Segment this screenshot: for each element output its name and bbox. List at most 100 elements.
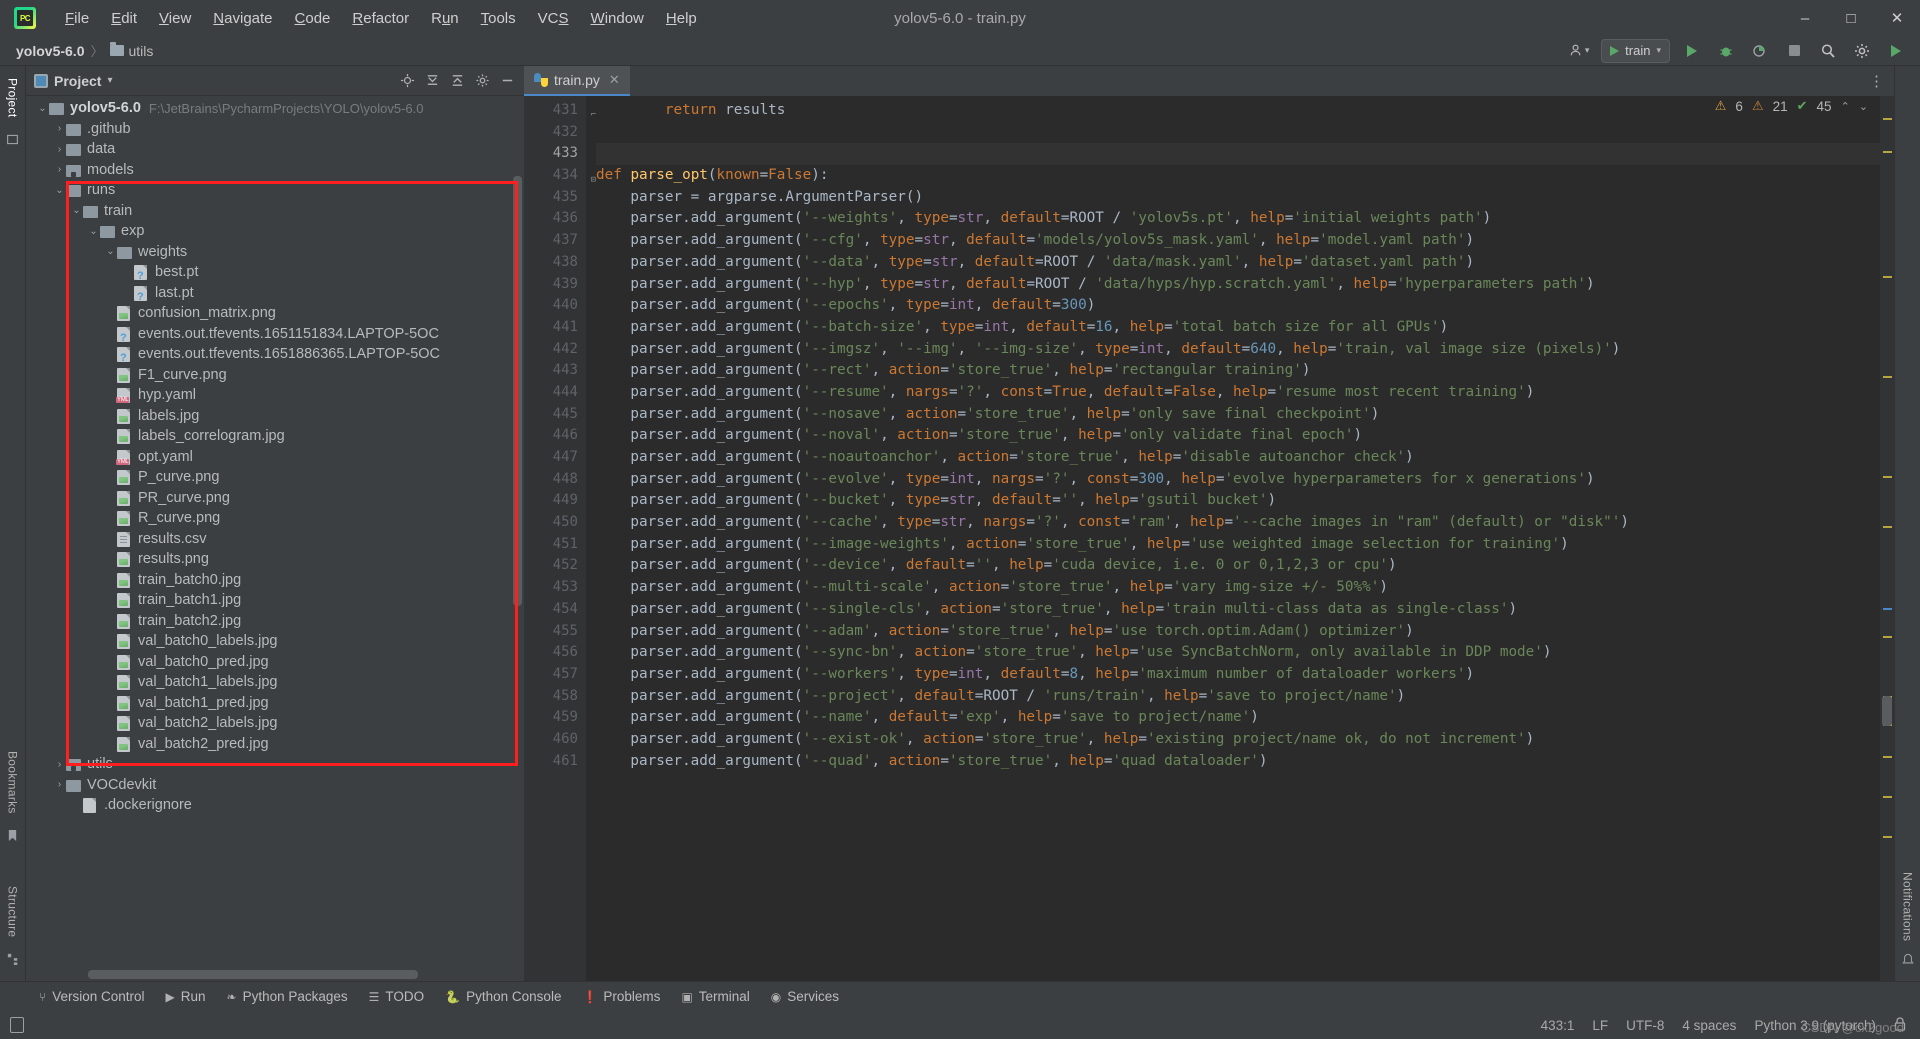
code-line[interactable]: parser.add_argument('--imgsz', '--img', … — [596, 339, 1880, 361]
tool-window-version-control[interactable]: ⑂ Version Control — [30, 986, 154, 1007]
settings-gear-icon[interactable] — [1850, 39, 1874, 63]
source-code[interactable]: return results def parse_opt(known=False… — [586, 96, 1880, 981]
code-line[interactable]: parser.add_argument('--cache', type=str,… — [596, 512, 1880, 534]
ide-update-icon[interactable] — [1884, 39, 1908, 63]
line-number[interactable]: 453 — [524, 577, 586, 599]
code-line[interactable]: parser.add_argument('--nosave', action='… — [596, 404, 1880, 426]
code-line[interactable]: parser.add_argument('--quad', action='st… — [596, 751, 1880, 773]
line-number[interactable]: 444 — [524, 382, 586, 404]
tree-item-results-csv[interactable]: results.csv — [26, 529, 524, 550]
menu-item-window[interactable]: Window — [580, 6, 655, 31]
menu-item-code[interactable]: Code — [284, 6, 342, 31]
chevron-down-icon[interactable]: ▾ — [107, 75, 112, 86]
code-line[interactable]: parser.add_argument('--device', default=… — [596, 555, 1880, 577]
code-line[interactable]: parser.add_argument('--hyp', type=str, d… — [596, 274, 1880, 296]
tool-window-services[interactable]: ◉ Services — [762, 986, 848, 1007]
locate-icon[interactable] — [396, 70, 418, 92]
menu-item-help[interactable]: Help — [655, 6, 708, 31]
marker[interactable] — [1883, 796, 1892, 798]
code-line[interactable]: parser.add_argument('--name', default='e… — [596, 707, 1880, 729]
tool-window-run[interactable]: ▶ Run — [157, 986, 215, 1007]
line-number[interactable]: 450 — [524, 512, 586, 534]
settings-icon[interactable] — [471, 70, 493, 92]
code-line[interactable]: parser.add_argument('--noval', action='s… — [596, 425, 1880, 447]
tree-item-confusion-matrix-png[interactable]: confusion_matrix.png — [26, 303, 524, 324]
close-button[interactable]: ✕ — [1874, 0, 1920, 36]
tree-item-train-batch2-jpg[interactable]: train_batch2.jpg — [26, 611, 524, 632]
editor-vertical-scrollbar[interactable] — [1882, 696, 1892, 726]
chevron-down-icon[interactable]: ⌄ — [70, 205, 83, 216]
line-number[interactable]: 433 — [524, 143, 586, 165]
tree-item-results-png[interactable]: results.png — [26, 549, 524, 570]
marker[interactable] — [1883, 526, 1892, 528]
window-controls[interactable]: – □ ✕ — [1782, 0, 1920, 36]
code-line[interactable]: parser.add_argument('--image-weights', a… — [596, 534, 1880, 556]
line-number[interactable]: 448 — [524, 469, 586, 491]
run-with-coverage-icon[interactable] — [1748, 39, 1772, 63]
chevron-right-icon[interactable]: › — [53, 123, 66, 134]
line-number[interactable]: 434 ⊟ — [524, 165, 596, 187]
chevron-down-icon[interactable]: ⌄ — [1859, 100, 1868, 113]
code-line[interactable]: parser.add_argument('--single-cls', acti… — [596, 599, 1880, 621]
tree-item-weights[interactable]: ⌄ weights — [26, 242, 524, 263]
tree-item-events-out-tfevents-1651151834-laptop-5oc[interactable]: events.out.tfevents.1651151834.LAPTOP-5O… — [26, 324, 524, 345]
run-configuration-selector[interactable]: train ▾ — [1601, 38, 1670, 63]
tree-item--github[interactable]: › .github — [26, 119, 524, 140]
toggle-toolwindow-icon[interactable] — [10, 1017, 24, 1033]
account-icon[interactable]: ▾ — [1567, 39, 1591, 63]
menu-item-edit[interactable]: Edit — [100, 6, 148, 31]
line-number[interactable]: 440 — [524, 295, 586, 317]
chevron-right-icon[interactable]: › — [53, 779, 66, 790]
tree-item-best-pt[interactable]: best.pt — [26, 262, 524, 283]
line-number[interactable]: 432 — [524, 122, 586, 144]
tree-item-val-batch1-labels-jpg[interactable]: val_batch1_labels.jpg — [26, 672, 524, 693]
tree-item-p-curve-png[interactable]: P_curve.png — [26, 467, 524, 488]
line-number[interactable]: 447 — [524, 447, 586, 469]
tree-item-f1-curve-png[interactable]: F1_curve.png — [26, 365, 524, 386]
marker[interactable] — [1883, 276, 1892, 278]
code-line[interactable]: parser.add_argument('--resume', nargs='?… — [596, 382, 1880, 404]
code-line[interactable]: parser.add_argument('--exist-ok', action… — [596, 729, 1880, 751]
code-line[interactable]: parser.add_argument('--epochs', type=int… — [596, 295, 1880, 317]
chevron-down-icon[interactable]: ⌄ — [104, 246, 117, 257]
tree-item-vocdevkit[interactable]: › VOCdevkit — [26, 775, 524, 796]
tree-item-last-pt[interactable]: last.pt — [26, 283, 524, 304]
code-line[interactable]: parser.add_argument('--rect', action='st… — [596, 360, 1880, 382]
debug-icon[interactable] — [1714, 39, 1738, 63]
chevron-right-icon[interactable]: › — [53, 144, 66, 155]
marker[interactable] — [1883, 118, 1892, 120]
menu-item-file[interactable]: FFileile — [54, 6, 100, 31]
line-number[interactable]: 454 — [524, 599, 586, 621]
breadcrumb-project[interactable]: yolov5-6.0 — [12, 41, 88, 61]
code-line[interactable]: parser = argparse.ArgumentParser() — [596, 187, 1880, 209]
maximize-button[interactable]: □ — [1828, 0, 1874, 36]
tree-item-pr-curve-png[interactable]: PR_curve.png — [26, 488, 524, 509]
tool-window-python-console[interactable]: 🐍 Python Console — [436, 986, 570, 1007]
code-line[interactable]: parser.add_argument('--evolve', type=int… — [596, 469, 1880, 491]
chevron-up-icon[interactable]: ⌃ — [1841, 100, 1850, 113]
tree-item-train-batch1-jpg[interactable]: train_batch1.jpg — [26, 590, 524, 611]
tree-item-val-batch2-labels-jpg[interactable]: val_batch2_labels.jpg — [26, 713, 524, 734]
indent-setting[interactable]: 4 spaces — [1682, 1018, 1736, 1033]
encoding[interactable]: UTF-8 — [1626, 1018, 1664, 1033]
inspection-widget[interactable]: ⚠ 6 ⚠ 21 ✔ 45 ⌃ ⌄ — [1715, 98, 1868, 114]
menu-item-run[interactable]: Run — [420, 6, 470, 31]
line-number[interactable]: 431 ⌐ — [524, 100, 596, 122]
menu-item-tools[interactable]: Tools — [470, 6, 527, 31]
code-line[interactable]: return results — [596, 100, 1880, 122]
close-icon[interactable]: ✕ — [609, 72, 620, 88]
marker[interactable] — [1883, 636, 1892, 638]
stop-icon[interactable] — [1782, 39, 1806, 63]
hide-icon[interactable] — [496, 70, 518, 92]
menu-bar[interactable]: FFileile Edit View Navigate Code Refacto… — [54, 6, 708, 31]
line-number[interactable]: 455 — [524, 621, 586, 643]
line-number[interactable]: 445 — [524, 404, 586, 426]
marker[interactable] — [1883, 376, 1892, 378]
line-number[interactable]: 439 — [524, 274, 586, 296]
sidebar-item-notifications[interactable]: Notifications — [1898, 866, 1918, 947]
tree-item-data[interactable]: › data — [26, 139, 524, 160]
code-line[interactable]: parser.add_argument('--project', default… — [596, 686, 1880, 708]
line-number[interactable]: 451 — [524, 534, 586, 556]
tree-item-utils[interactable]: › utils — [26, 754, 524, 775]
chevron-down-icon[interactable]: ⌄ — [87, 226, 100, 237]
